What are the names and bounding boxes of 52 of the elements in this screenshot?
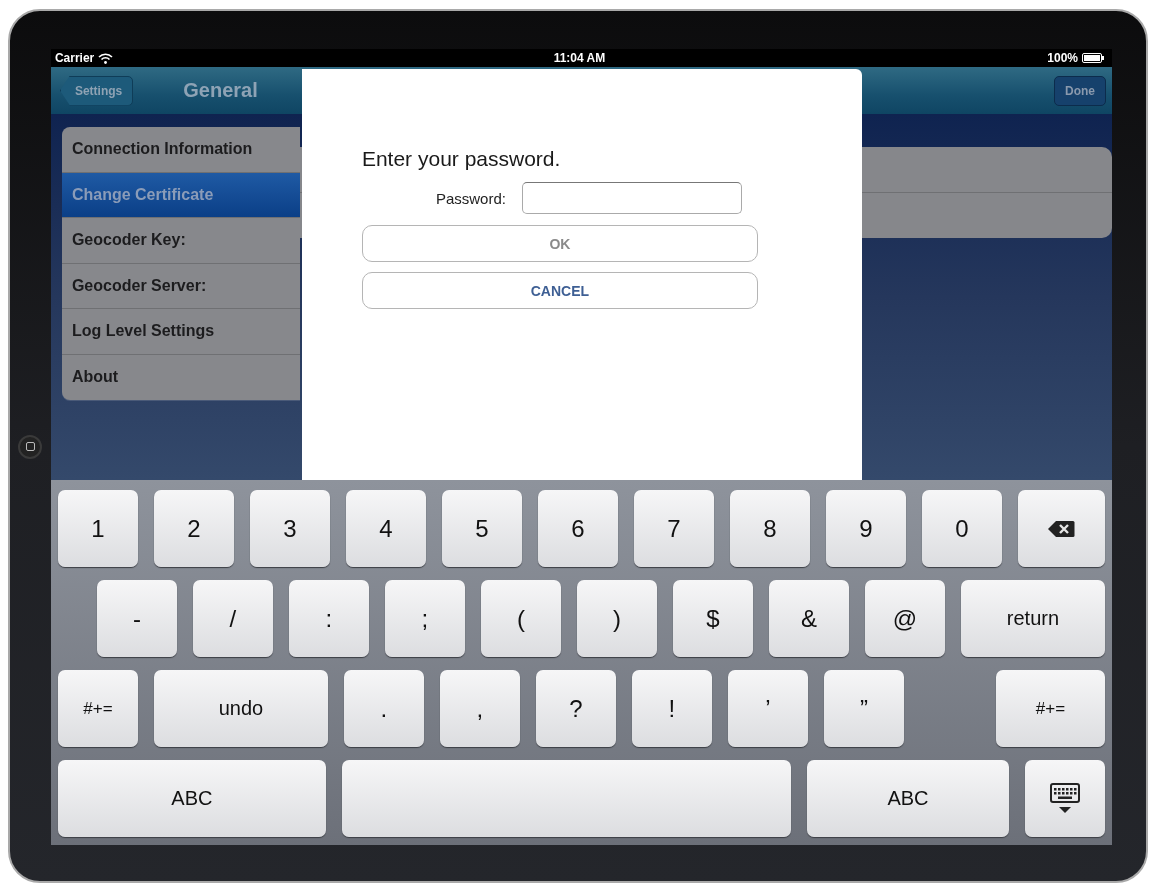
keyboard-key[interactable]: #+= [996,670,1105,747]
battery-label: 100% [1047,51,1078,65]
settings-item[interactable]: Connection Information [61,127,300,173]
nav-title: General [183,79,258,102]
return-key[interactable]: return [960,580,1105,657]
hide-keyboard-key[interactable] [1025,760,1105,837]
keyboard-key[interactable]: 5 [441,490,522,567]
keyboard-key[interactable]: undo [153,670,328,747]
keyboard-key[interactable]: , [439,670,520,747]
home-button[interactable] [18,434,43,459]
backspace-icon [1047,519,1076,538]
keyboard-key[interactable]: ” [823,670,904,747]
keyboard-key[interactable]: - [96,580,177,657]
battery-icon [1082,53,1104,63]
settings-item[interactable]: About [61,354,300,400]
dialog-title: Enter your password. [361,147,562,171]
keyboard-key[interactable]: ’ [727,670,808,747]
keyboard-key[interactable]: ) [576,580,657,657]
settings-item[interactable]: Log Level Settings [61,309,300,355]
keyboard-key[interactable]: 9 [825,490,906,567]
keyboard-key[interactable]: @ [864,580,945,657]
clock-label: 11:04 AM [553,51,606,65]
keyboard-key[interactable]: ( [480,580,561,657]
keyboard-key[interactable]: #+= [57,670,138,747]
carrier-label: Carrier [54,51,95,65]
keyboard-key[interactable]: ABC [57,760,326,837]
keyboard-key[interactable]: / [192,580,273,657]
delete-key[interactable] [1017,490,1105,567]
keyboard-key[interactable]: 7 [633,490,714,567]
keyboard-key[interactable]: ? [535,670,616,747]
keyboard-key[interactable]: 6 [537,490,618,567]
keyboard-key[interactable]: 2 [153,490,234,567]
settings-item[interactable]: Geocoder Key: [61,218,300,264]
keyboard-key[interactable]: 1 [57,490,138,567]
password-label: Password: [434,189,507,207]
keyboard-key[interactable]: & [768,580,849,657]
dialog-button[interactable]: CANCEL [361,272,758,309]
keyboard-key[interactable]: 4 [345,490,426,567]
keyboard-key[interactable]: ! [631,670,712,747]
keyboard-key[interactable]: 8 [729,490,810,567]
keyboard-key[interactable]: ; [384,580,465,657]
settings-item[interactable]: Geocoder Server: [61,263,300,309]
keyboard-key[interactable]: . [343,670,424,747]
wifi-icon [98,52,114,64]
keyboard-icon [1048,781,1082,816]
keyboard-key[interactable]: 0 [921,490,1002,567]
keyboard-key[interactable]: $ [672,580,753,657]
done-button[interactable]: Done [1054,75,1106,106]
keyboard-key[interactable]: : [288,580,369,657]
keyboard-key[interactable]: 3 [249,490,330,567]
password-field[interactable] [521,182,742,214]
keyboard-key[interactable]: ABC [807,760,1009,837]
